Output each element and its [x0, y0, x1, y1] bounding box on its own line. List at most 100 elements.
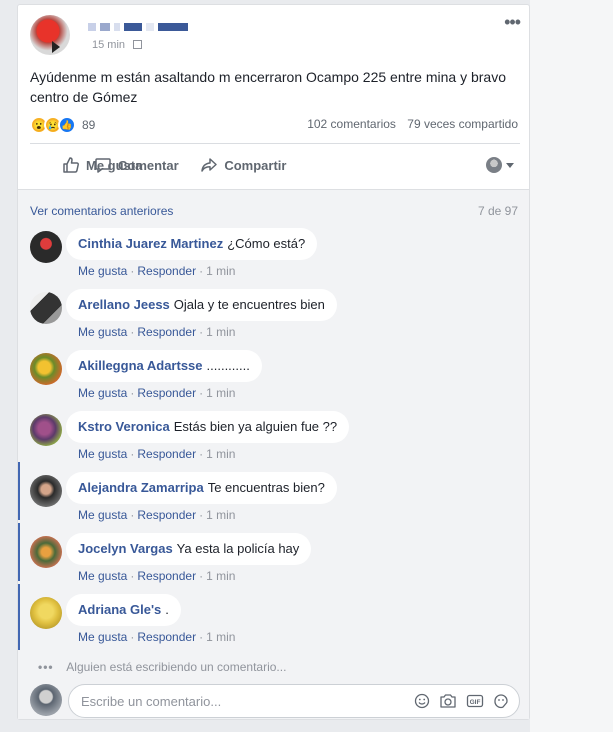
comment-reply-link[interactable]: Responder	[137, 447, 196, 461]
comment-item: Kstro Veronica Estás bien ya alguien fue …	[30, 411, 520, 469]
post-timestamp[interactable]: 15 min	[92, 39, 143, 51]
comment-like-link[interactable]: Me gusta	[78, 386, 127, 400]
commenter-avatar[interactable]	[30, 292, 62, 324]
comment-bubble: Kstro Veronica Estás bien ya alguien fue …	[66, 411, 350, 443]
reaction-count[interactable]: 89	[82, 118, 95, 132]
comment-reply-link[interactable]: Responder	[137, 325, 196, 339]
comment-like-link[interactable]: Me gusta	[78, 264, 127, 278]
comment-text: Estás bien ya alguien fue ??	[173, 419, 338, 434]
view-previous-comments-link[interactable]: Ver comentarios anteriores	[30, 204, 173, 218]
emoji-icon[interactable]	[414, 693, 430, 709]
comment-like-link[interactable]: Me gusta	[78, 447, 127, 461]
comment-time[interactable]: 1 min	[206, 325, 235, 339]
post-text: Ayúdenme m están asaltando m encerraron …	[30, 69, 506, 105]
gif-icon[interactable]: GIF	[466, 693, 484, 709]
camera-icon[interactable]	[439, 693, 457, 709]
comment-actions: Me gusta · Responder · 1 min	[78, 264, 236, 278]
comment-time[interactable]: 1 min	[206, 264, 235, 278]
comment-item: Akilleggna Adartsse............ Me gusta…	[30, 350, 520, 408]
comment-text: .	[165, 602, 169, 617]
commenter-avatar[interactable]	[30, 536, 62, 568]
post-header: 15 min •••	[30, 13, 521, 59]
comment-author[interactable]: Adriana Gle's	[78, 602, 161, 617]
commenter-avatar[interactable]	[30, 353, 62, 385]
commenter-avatar[interactable]	[30, 414, 62, 446]
svg-text:GIF: GIF	[470, 699, 481, 706]
post-action-bar: Me gusta Comentar Compartir	[30, 146, 520, 184]
comment-reply-link[interactable]: Responder	[137, 508, 196, 522]
post-as-selector[interactable]	[486, 157, 514, 173]
reactions-summary[interactable]: 😮 😢 👍 89	[30, 115, 95, 135]
comment-time[interactable]: 1 min	[206, 447, 235, 461]
comment-actions: Me gusta · Responder · 1 min	[78, 630, 236, 644]
comment-reply-link[interactable]: Responder	[137, 569, 196, 583]
comment-like-link[interactable]: Me gusta	[78, 569, 127, 583]
typing-text: Alguien está escribiendo un comentario..…	[66, 660, 287, 674]
comment-author[interactable]: Cinthia Juarez Martinez	[78, 236, 223, 251]
new-comment-indicator	[18, 523, 20, 581]
like-reaction-icon: 👍	[58, 116, 76, 134]
comment-like-link[interactable]: Me gusta	[78, 630, 127, 644]
comment-input[interactable]	[81, 693, 381, 709]
comment-author[interactable]: Alejandra Zamarripa	[78, 480, 204, 495]
comments-pager: 7 de 97	[477, 204, 518, 218]
shares-count[interactable]: 79 veces compartido	[407, 117, 518, 131]
comment-item: Arellano Jeess Ojala y te encuentres bien…	[30, 289, 520, 347]
comment-bubble: Arellano Jeess Ojala y te encuentres bien	[66, 289, 337, 321]
commenter-avatar[interactable]	[30, 475, 62, 507]
post-author-avatar[interactable]	[30, 15, 70, 55]
more-options-icon[interactable]: •••	[504, 13, 521, 31]
comment-actions: Me gusta · Responder · 1 min	[78, 325, 236, 339]
comment-time[interactable]: 1 min	[206, 569, 235, 583]
comment-actions: Me gusta · Responder · 1 min	[78, 386, 236, 400]
comment-text: Ojala y te encuentres bien	[173, 297, 325, 312]
comment-item: Cinthia Juarez Martinez ¿Cómo está? Me gu…	[30, 228, 520, 286]
comment-author[interactable]: Arellano Jeess	[78, 297, 170, 312]
comments-section: Ver comentarios anteriores 7 de 97 Cinth…	[18, 189, 529, 719]
typing-indicator: ••• Alguien está escribiendo un comentar…	[38, 660, 286, 674]
comment-reply-link[interactable]: Responder	[137, 630, 196, 644]
comment-text: Ya esta la policía hay	[176, 541, 300, 556]
commenter-avatar[interactable]	[30, 597, 62, 629]
comment-reply-link[interactable]: Responder	[137, 264, 196, 278]
typing-dots-icon: •••	[38, 660, 54, 674]
new-comment-indicator	[18, 462, 20, 520]
privacy-icon	[133, 40, 143, 49]
chevron-down-icon	[506, 162, 514, 168]
comment-author[interactable]: Akilleggna Adartsse	[78, 358, 203, 373]
comment-like-link[interactable]: Me gusta	[78, 325, 127, 339]
comment-item: Adriana Gle's. Me gusta · Responder · 1 min	[30, 594, 520, 652]
post-card: 15 min ••• Ayúdenme m están asaltando m …	[17, 4, 530, 720]
current-user-avatar[interactable]	[30, 684, 62, 716]
comment-item: Alejandra Zamarripa Te encuentras bien? M…	[30, 472, 520, 530]
comment-bubble: Jocelyn Vargas Ya esta la policía hay	[66, 533, 312, 565]
comment-author[interactable]: Jocelyn Vargas	[78, 541, 173, 556]
comments-count[interactable]: 102 comentarios	[307, 117, 396, 131]
comment-actions: Me gusta · Responder · 1 min	[78, 569, 236, 583]
composer-tools: GIF	[414, 693, 509, 709]
comment-text: ............	[206, 358, 250, 373]
commenter-avatar[interactable]	[30, 231, 62, 263]
page-background-right	[530, 0, 613, 732]
post-author-name-redacted	[88, 23, 198, 31]
sticker-icon[interactable]	[493, 693, 509, 709]
current-user-mini-avatar	[486, 157, 502, 173]
comment-time[interactable]: 1 min	[206, 386, 235, 400]
thumbs-up-icon	[63, 157, 79, 173]
comment-text: ¿Cómo está?	[227, 236, 306, 251]
engagement-counts: 102 comentarios 79 veces compartido	[307, 117, 518, 131]
comment-author[interactable]: Kstro Veronica	[78, 419, 170, 434]
comment-bubble: Adriana Gle's.	[66, 594, 181, 626]
comment-bubble: Cinthia Juarez Martinez ¿Cómo está?	[66, 228, 318, 260]
comment-actions: Me gusta · Responder · 1 min	[78, 508, 236, 522]
comment-input-wrapper: GIF	[68, 684, 520, 718]
comment-time[interactable]: 1 min	[206, 508, 235, 522]
comment-reply-link[interactable]: Responder	[137, 386, 196, 400]
comment-composer: GIF	[30, 684, 520, 718]
comment-like-link[interactable]: Me gusta	[78, 508, 127, 522]
comment-bubble: Alejandra Zamarripa Te encuentras bien?	[66, 472, 337, 504]
comment-time[interactable]: 1 min	[206, 630, 235, 644]
new-comment-indicator	[18, 584, 20, 650]
post-time[interactable]: 15 min	[92, 39, 125, 51]
comment-bubble-icon	[95, 158, 111, 173]
